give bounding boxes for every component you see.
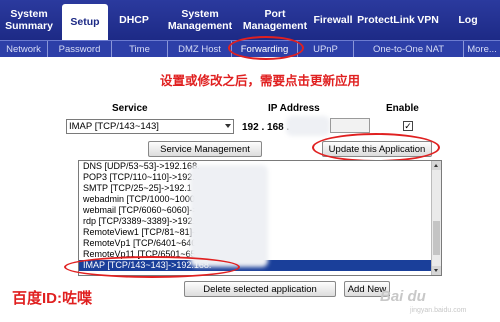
selected-item-highlight xyxy=(64,256,240,278)
annotation-text: 设置或修改之后，需要点击更新应用 xyxy=(160,74,361,88)
subtab-time[interactable]: Time xyxy=(112,41,168,57)
baidu-logo: Bai du xyxy=(380,288,426,305)
enable-checkbox[interactable]: ✓ xyxy=(403,121,413,131)
forwarding-highlight xyxy=(228,36,304,60)
subtab-dmz-host[interactable]: DMZ Host xyxy=(168,41,232,57)
ip-last-octet-input[interactable] xyxy=(330,118,370,133)
delete-application-button[interactable]: Delete selected application xyxy=(184,281,336,297)
ip-address-header: IP Address xyxy=(268,103,320,114)
update-button-highlight xyxy=(312,133,440,162)
list-scrollbar[interactable] xyxy=(431,161,441,275)
baidu-url: jingyan.baidu.com xyxy=(410,307,467,314)
tab-system-management[interactable]: System Management xyxy=(160,0,240,40)
ip-prefix: 192 . 168 . xyxy=(242,122,290,133)
scroll-up-icon[interactable] xyxy=(432,161,441,170)
top-navigation: System Summary Setup DHCP System Managem… xyxy=(0,0,500,40)
tab-dhcp[interactable]: DHCP xyxy=(112,0,156,40)
redacted-ip-blur xyxy=(286,116,330,136)
tab-system-summary[interactable]: System Summary xyxy=(2,0,56,40)
subtab-password[interactable]: Password xyxy=(48,41,112,57)
tab-port-management[interactable]: Port Management xyxy=(243,0,307,40)
chevron-down-icon xyxy=(225,124,231,128)
service-header: Service xyxy=(112,103,148,114)
scroll-thumb[interactable] xyxy=(433,221,440,255)
tab-firewall[interactable]: Firewall xyxy=(308,0,358,40)
tab-vpn[interactable]: VPN xyxy=(414,0,442,40)
tab-log[interactable]: Log xyxy=(446,0,490,40)
tab-setup[interactable]: Setup xyxy=(62,4,108,40)
subtab-network[interactable]: Network xyxy=(0,41,48,57)
author-watermark: 百度ID:咗喋 xyxy=(12,290,92,307)
tab-protectlink[interactable]: ProtectLink xyxy=(357,0,415,40)
service-management-button[interactable]: Service Management xyxy=(148,141,262,157)
service-select[interactable]: IMAP [TCP/143~143] xyxy=(66,119,234,134)
service-select-value: IMAP [TCP/143~143] xyxy=(69,121,159,132)
redacted-list-blur xyxy=(190,165,268,267)
subtab-one-to-one-nat[interactable]: One-to-One NAT xyxy=(354,41,464,57)
enable-header: Enable xyxy=(386,103,419,114)
subtab-more[interactable]: More... xyxy=(464,41,500,57)
scroll-down-icon[interactable] xyxy=(432,266,441,275)
subtab-upnp[interactable]: UPnP xyxy=(298,41,354,57)
